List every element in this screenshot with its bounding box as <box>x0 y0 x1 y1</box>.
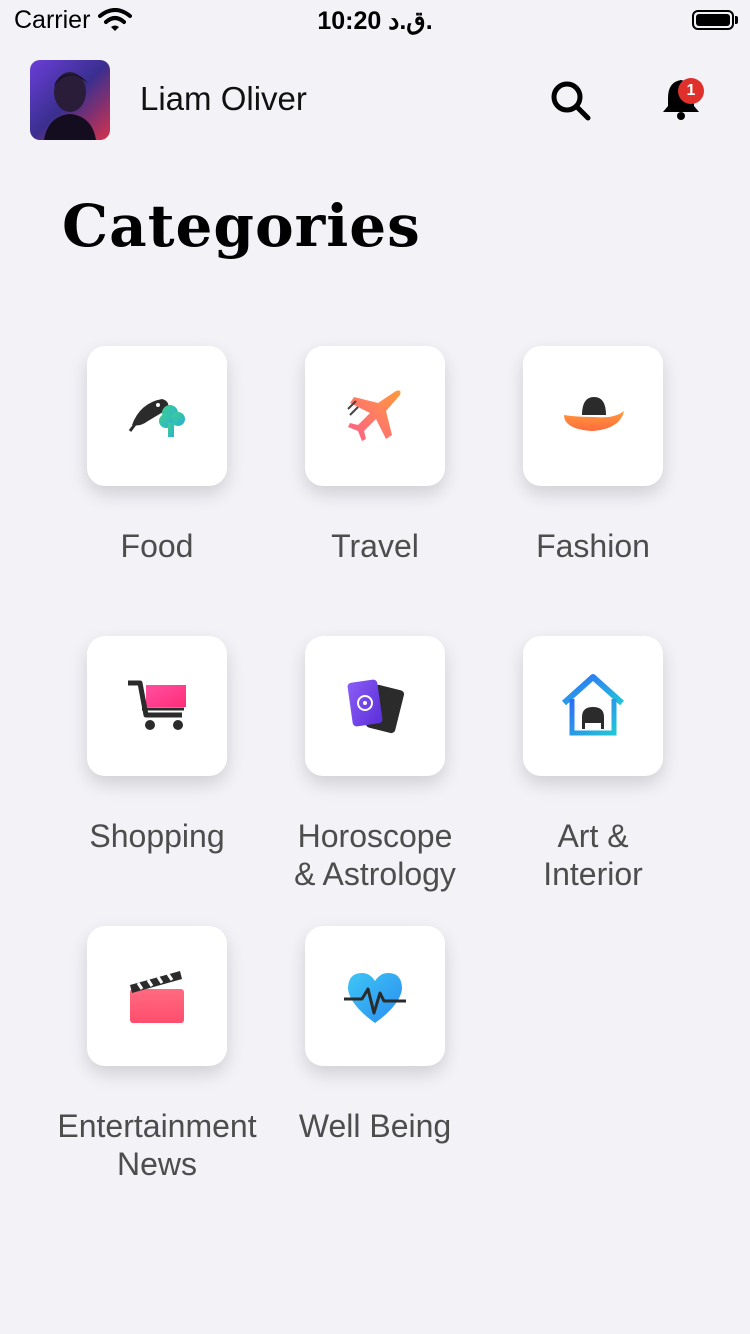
category-tile-art-interior[interactable] <box>523 636 663 776</box>
category-label-art-interior[interactable]: Art & Interior <box>473 817 713 893</box>
battery-tip <box>735 16 738 24</box>
category-label-shopping[interactable]: Shopping <box>37 817 277 855</box>
category-tile-shopping[interactable] <box>87 636 227 776</box>
category-tile-well-being[interactable] <box>305 926 445 1066</box>
category-label-horoscope[interactable]: Horoscope & Astrology <box>255 817 495 893</box>
house-chair-icon <box>561 674 625 736</box>
cart-icon <box>128 680 186 730</box>
category-tile-travel[interactable] <box>305 346 445 486</box>
category-tile-food[interactable] <box>87 346 227 486</box>
category-tile-horoscope[interactable] <box>305 636 445 776</box>
category-label-food[interactable]: Food <box>37 527 277 565</box>
hat-icon <box>564 397 624 431</box>
food-icon <box>128 399 185 437</box>
page-title: Categories <box>62 192 421 260</box>
heart-pulse-icon <box>344 973 406 1023</box>
category-tile-entertainment[interactable] <box>87 926 227 1066</box>
status-bar: Carrier 10:20 ق.د. <box>0 0 750 42</box>
tarot-cards-icon <box>347 679 405 734</box>
category-label-fashion[interactable]: Fashion <box>473 527 713 565</box>
category-label-entertainment[interactable]: Entertainment News <box>37 1107 277 1183</box>
battery-icon <box>692 10 734 30</box>
category-label-travel[interactable]: Travel <box>255 527 495 565</box>
plane-icon <box>347 390 401 441</box>
user-name[interactable]: Liam Oliver <box>140 80 307 118</box>
search-icon[interactable] <box>546 76 594 124</box>
category-label-well-being[interactable]: Well Being <box>255 1107 495 1145</box>
status-time: 10:20 ق.د. <box>317 7 433 35</box>
notification-badge: 1 <box>678 78 704 104</box>
category-tile-fashion[interactable] <box>523 346 663 486</box>
avatar[interactable] <box>30 60 110 140</box>
clapperboard-icon <box>130 971 184 1023</box>
